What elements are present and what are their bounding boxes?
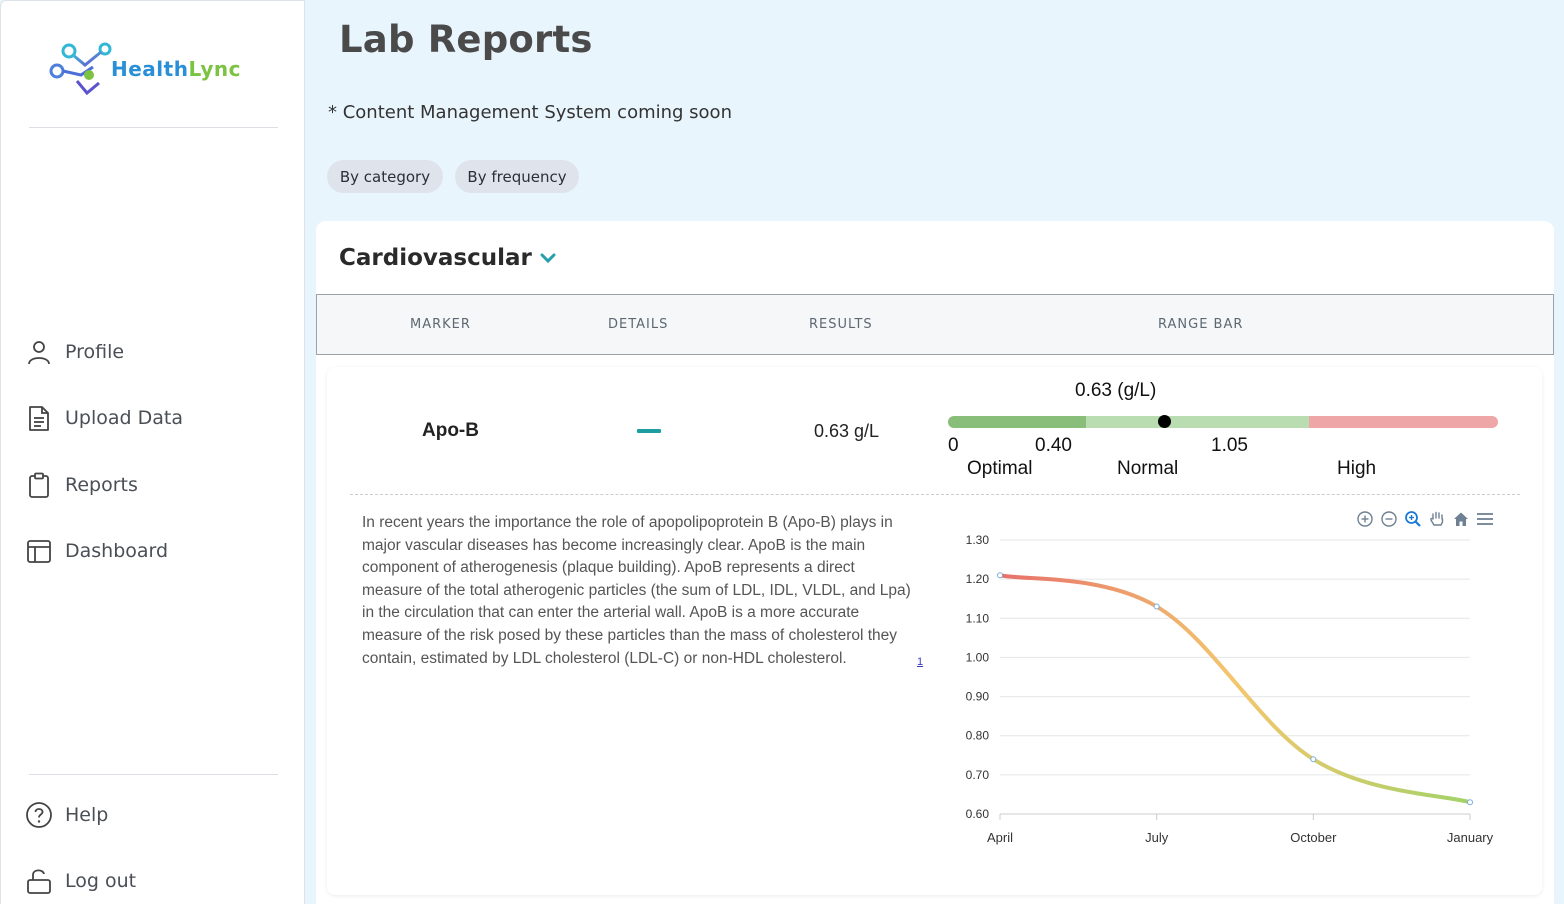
range-zone-normal: Normal — [1117, 458, 1179, 479]
range-tick-1: 0.40 — [1035, 435, 1072, 456]
cms-notice: * Content Management System coming soon — [328, 102, 732, 123]
y-tick-label: 1.30 — [966, 533, 990, 547]
brand-name-part2: Lync — [188, 57, 241, 81]
help-icon — [26, 802, 52, 828]
range-current-label: 0.63 (g/L) — [1075, 380, 1157, 401]
column-header-marker: MARKER — [410, 317, 471, 332]
footnote-link[interactable]: 1 — [917, 656, 923, 668]
brand-name: HealthLync — [111, 57, 241, 81]
brand-name-part1: Health — [111, 57, 189, 81]
sidebar-item-label: Help — [65, 804, 109, 826]
clipboard-icon — [29, 472, 49, 498]
sidebar-item-dashboard[interactable]: Dashboard — [25, 535, 168, 567]
sidebar-item-label: Reports — [65, 474, 138, 496]
column-header-details: DETAILS — [608, 317, 669, 332]
y-tick-label: 0.90 — [966, 690, 990, 704]
data-point — [1153, 603, 1160, 610]
trend-line-chart: 1.30 1.20 1.10 1.00 0.90 0.80 0.70 0.60 April Jul… — [966, 533, 1494, 845]
range-bar — [948, 416, 1498, 428]
range-segment-high — [1308, 416, 1498, 428]
column-header-results: RESULTS — [809, 317, 873, 332]
category-title: Cardiovascular — [339, 245, 532, 271]
x-tick-label: January — [1447, 830, 1494, 845]
row-divider — [350, 494, 1520, 495]
unlock-icon — [27, 869, 51, 894]
table-header: MARKER DETAILS RESULTS RANGE BAR — [316, 294, 1554, 355]
sidebar-item-label: Upload Data — [65, 407, 183, 429]
y-tick-label: 0.80 — [966, 729, 990, 743]
chevron-down-icon — [540, 253, 556, 264]
sidebar-item-label: Log out — [65, 870, 137, 892]
logo-molecule-icon — [49, 42, 112, 96]
result-value: 0.63 g/L — [814, 421, 880, 441]
filter-by-category-button[interactable]: By category — [327, 160, 443, 193]
sidebar-item-label: Profile — [65, 341, 125, 363]
series-line — [998, 573, 1472, 805]
x-tick-label: July — [1145, 830, 1169, 845]
details-toggle[interactable] — [637, 429, 661, 433]
y-tick-label: 1.10 — [966, 611, 990, 625]
range-tick-2: 1.05 — [1211, 435, 1248, 456]
y-tick-label: 1.00 — [966, 650, 990, 664]
document-icon — [29, 406, 49, 431]
range-zone-optimal: Optimal — [967, 458, 1033, 479]
sidebar-item-help[interactable]: Help — [25, 799, 108, 831]
marker-description: In recent years the importance the role … — [362, 514, 911, 667]
page-title: Lab Reports — [339, 18, 593, 61]
sidebar-divider-bottom — [29, 774, 278, 775]
y-tick-label: 0.60 — [966, 807, 990, 821]
healthlync-logo[interactable]: HealthLync — [47, 41, 241, 97]
range-segment-optimal — [948, 416, 1086, 428]
data-point — [1310, 756, 1317, 763]
y-tick-label: 0.70 — [966, 768, 990, 782]
range-indicator-dot — [1158, 415, 1172, 428]
sidebar-item-upload-data[interactable]: Upload Data — [25, 402, 183, 434]
column-header-range-bar: RANGE BAR — [1158, 317, 1244, 332]
sidebar-item-logout[interactable]: Log out — [25, 865, 136, 897]
x-tick-label: October — [1290, 830, 1337, 845]
category-toggle[interactable]: Cardiovascular — [339, 245, 556, 271]
filter-by-frequency-button[interactable]: By frequency — [455, 160, 579, 193]
dashboard-icon — [27, 540, 51, 563]
range-segment-normal — [1085, 416, 1309, 428]
x-tick-label: April — [987, 830, 1013, 845]
range-zone-high: High — [1337, 458, 1377, 479]
data-point — [997, 572, 1003, 579]
sidebar-item-profile[interactable]: Profile — [25, 336, 124, 368]
marker-name: Apo-B — [422, 420, 479, 441]
sidebar-divider-top — [29, 127, 278, 128]
sidebar-item-label: Dashboard — [65, 540, 169, 562]
sidebar-item-reports[interactable]: Reports — [25, 469, 138, 501]
range-tick-0: 0 — [948, 435, 959, 456]
y-tick-label: 1.20 — [966, 572, 990, 586]
user-icon — [28, 341, 50, 365]
sidebar: HealthLync Profile Upload Data Reports D… — [0, 0, 305, 904]
data-point — [1467, 799, 1473, 806]
